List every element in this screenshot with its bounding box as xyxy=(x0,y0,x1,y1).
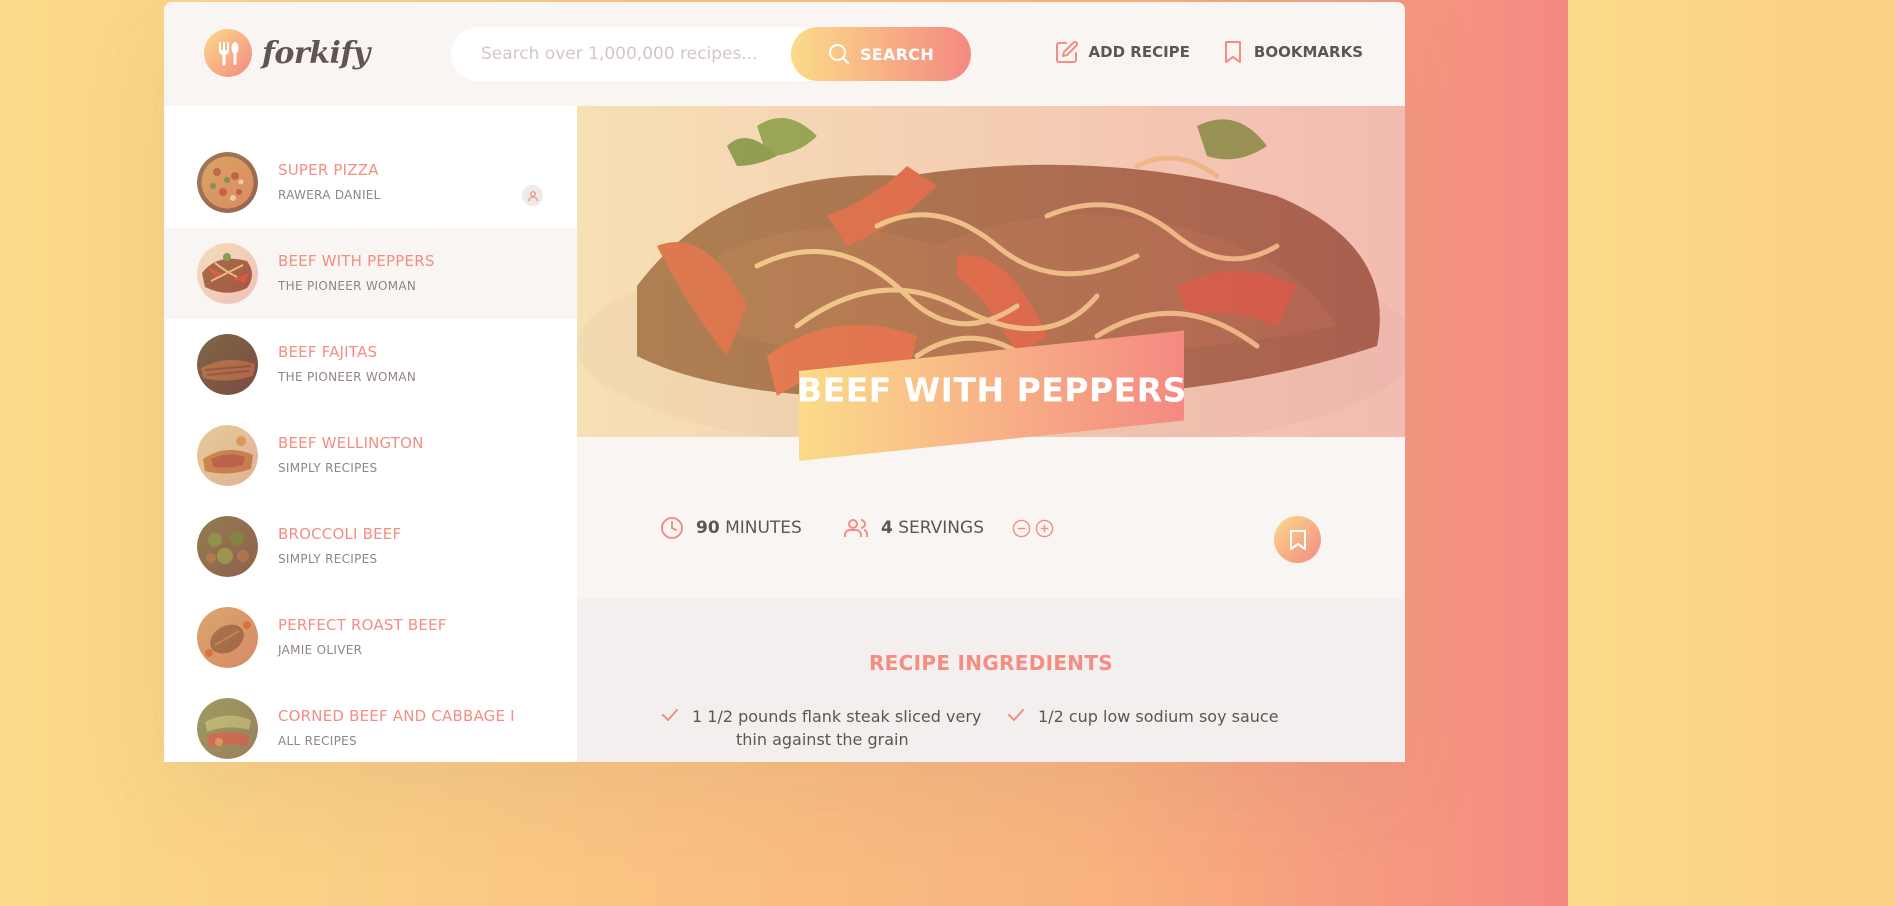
check-icon xyxy=(662,709,678,721)
header: forkify SEARCH ADD RECIPE xyxy=(164,2,1405,106)
bookmarks-label: BOOKMARKS xyxy=(1253,43,1363,61)
servings: 4 SERVINGS xyxy=(843,516,1054,540)
minus-circle-icon[interactable] xyxy=(1012,519,1031,538)
result-title: BEEF WITH PEPPERS xyxy=(278,252,435,270)
bookmark-icon xyxy=(1224,41,1241,63)
search-icon xyxy=(828,44,849,64)
bookmark-recipe-button[interactable] xyxy=(1274,516,1321,563)
recipe-ingredients: RECIPE INGREDIENTS 1 1/2 pounds flank st… xyxy=(577,599,1405,762)
result-publisher: SIMPLY RECIPES xyxy=(278,461,378,475)
minutes-value: 90 xyxy=(696,518,720,538)
cooking-time: 90 MINUTES xyxy=(660,516,802,540)
clock-icon xyxy=(661,517,683,539)
search-results: SUPER PIZZA RAWERA DANIEL BEEF WITH PEPP… xyxy=(164,106,577,762)
result-item[interactable]: SUPER PIZZA RAWERA DANIEL xyxy=(164,137,577,228)
servings-buttons xyxy=(1012,519,1054,538)
search-button[interactable]: SEARCH xyxy=(791,27,971,81)
result-item-active[interactable]: BEEF WITH PEPPERS THE PIONEER WOMAN xyxy=(164,228,577,319)
edit-icon xyxy=(1055,40,1078,63)
result-title: SUPER PIZZA xyxy=(278,161,379,179)
user-generated-icon xyxy=(522,185,543,206)
minutes-label: MINUTES xyxy=(725,518,802,538)
result-item[interactable]: BEEF FAJITAS THE PIONEER WOMAN xyxy=(164,319,577,410)
result-image xyxy=(197,698,258,759)
result-publisher: THE PIONEER WOMAN xyxy=(278,279,417,293)
result-image xyxy=(197,243,258,304)
result-publisher: RAWERA DANIEL xyxy=(278,188,381,202)
recipe-view: BEEF WITH PEPPERS 90 MINUTES 4 SERVINGS xyxy=(577,106,1405,762)
users-icon xyxy=(844,519,868,537)
bookmarks-button[interactable]: BOOKMARKS xyxy=(1222,40,1363,64)
ingredient-text-cont: thin against the grain xyxy=(736,730,909,749)
result-item[interactable]: PERFECT ROAST BEEF JAMIE OLIVER xyxy=(164,592,577,683)
result-image xyxy=(197,425,258,486)
ingredient-text: 1 1/2 pounds flank steak sliced very xyxy=(692,707,982,726)
ingredient-item: 1/2 cup low sodium soy sauce xyxy=(1006,705,1279,728)
result-title: BEEF WELLINGTON xyxy=(278,434,424,452)
result-item[interactable]: BROCCOLI BEEF SIMPLY RECIPES xyxy=(164,501,577,592)
ingredients-heading: RECIPE INGREDIENTS xyxy=(868,651,1113,675)
result-image xyxy=(197,334,258,395)
add-recipe-label: ADD RECIPE xyxy=(1088,43,1190,61)
result-publisher: ALL RECIPES xyxy=(278,734,357,748)
result-item[interactable]: CORNED BEEF AND CABBAGE I ALL RECIPES xyxy=(164,683,577,762)
result-publisher: JAMIE OLIVER xyxy=(278,643,363,657)
servings-label: SERVINGS xyxy=(898,518,984,538)
add-recipe-button[interactable]: ADD RECIPE xyxy=(1055,40,1190,64)
result-title: BROCCOLI BEEF xyxy=(278,525,402,543)
result-publisher: SIMPLY RECIPES xyxy=(278,552,378,566)
result-publisher: THE PIONEER WOMAN xyxy=(278,370,417,384)
ingredient-item: 1 1/2 pounds flank steak sliced very thi… xyxy=(660,705,981,751)
header-nav: ADD RECIPE BOOKMARKS xyxy=(1055,40,1363,64)
result-item[interactable]: BEEF WELLINGTON SIMPLY RECIPES xyxy=(164,410,577,501)
logo-text: forkify xyxy=(262,35,370,71)
search-input[interactable] xyxy=(481,44,801,64)
bookmark-icon xyxy=(1289,529,1306,550)
result-title: CORNED BEEF AND CABBAGE I xyxy=(278,707,515,725)
logo[interactable]: forkify xyxy=(204,29,370,77)
result-title: BEEF FAJITAS xyxy=(278,343,378,361)
servings-value: 4 xyxy=(881,518,893,538)
search-form: SEARCH xyxy=(451,27,971,81)
recipe-details: 90 MINUTES 4 SERVINGS xyxy=(577,496,1405,596)
plus-circle-icon[interactable] xyxy=(1035,519,1054,538)
app-container: forkify SEARCH ADD RECIPE xyxy=(164,2,1405,762)
search-button-label: SEARCH xyxy=(859,44,935,64)
check-icon xyxy=(1008,709,1024,721)
fork-knife-icon xyxy=(204,29,252,77)
result-image xyxy=(197,152,258,213)
ingredient-text: 1/2 cup low sodium soy sauce xyxy=(1038,707,1279,726)
recipe-title: BEEF WITH PEPPERS xyxy=(796,370,1187,410)
result-image xyxy=(197,607,258,668)
result-title: PERFECT ROAST BEEF xyxy=(278,616,447,634)
result-image xyxy=(197,516,258,577)
